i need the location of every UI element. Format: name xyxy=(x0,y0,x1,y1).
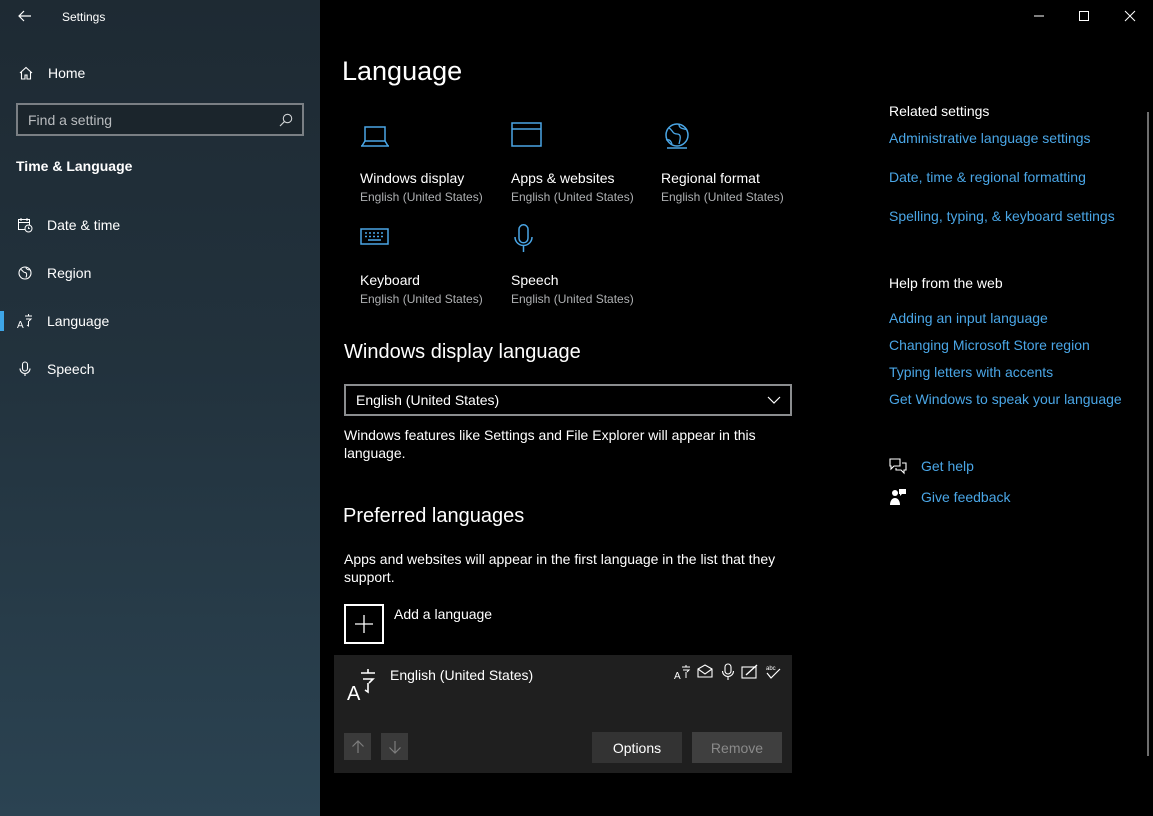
sidebar-item-date-time[interactable]: Date & time xyxy=(0,205,320,245)
move-down-button[interactable] xyxy=(381,733,408,760)
feedback-icon xyxy=(890,489,906,505)
arrow-down-icon xyxy=(388,740,401,754)
preferred-languages-description: Apps and websites will appear in the fir… xyxy=(344,551,776,585)
page-title: Language xyxy=(342,56,463,86)
tile-regional-format[interactable]: Regional format English (United States) xyxy=(661,122,811,218)
tile-speech[interactable]: Speech English (United States) xyxy=(511,224,661,320)
microphone-icon xyxy=(514,224,533,252)
plus-box xyxy=(344,604,384,644)
tile-subtitle: English (United States) xyxy=(511,190,634,204)
related-settings-heading: Related settings xyxy=(889,103,990,119)
link-changing-store-region[interactable]: Changing Microsoft Store region xyxy=(889,337,1090,353)
options-button[interactable]: Options xyxy=(592,732,682,763)
tile-title: Keyboard xyxy=(360,272,420,288)
sidebar-item-label: Home xyxy=(48,65,86,81)
close-button[interactable] xyxy=(1107,0,1153,32)
display-language-dropdown[interactable]: English (United States) xyxy=(344,384,792,416)
tile-subtitle: English (United States) xyxy=(360,292,483,306)
link-adding-input-language[interactable]: Adding an input language xyxy=(889,310,1048,326)
sidebar-item-label: Language xyxy=(47,313,110,329)
tile-subtitle: English (United States) xyxy=(511,292,634,306)
speech-recognition-icon xyxy=(721,663,735,680)
app-title: Settings xyxy=(62,10,106,24)
scrollbar[interactable] xyxy=(1147,112,1149,756)
maximize-button[interactable] xyxy=(1061,0,1107,32)
microphone-icon xyxy=(19,361,31,376)
search-icon[interactable] xyxy=(278,112,294,128)
link-speak-your-language[interactable]: Get Windows to speak your language xyxy=(889,391,1122,407)
tile-subtitle: English (United States) xyxy=(360,190,483,204)
svg-text:A: A xyxy=(347,683,361,701)
link-spelling-typing-keyboard-settings[interactable]: Spelling, typing, & keyboard settings xyxy=(889,208,1115,224)
chevron-down-icon xyxy=(767,396,781,404)
sidebar-item-language[interactable]: A Language xyxy=(0,301,320,341)
arrow-up-icon xyxy=(351,739,364,753)
add-language-label: Add a language xyxy=(394,606,493,622)
tile-title: Apps & websites xyxy=(511,170,615,186)
help-from-web-heading: Help from the web xyxy=(889,275,1003,291)
svg-text:A: A xyxy=(17,320,24,329)
get-help-label: Get help xyxy=(921,458,974,474)
section-title: Time & Language xyxy=(16,158,133,174)
give-feedback-label: Give feedback xyxy=(921,489,1011,505)
language-icon: A xyxy=(347,669,375,701)
sidebar: Settings Home Time & Language Date & tim… xyxy=(0,0,320,816)
tile-keyboard[interactable]: Keyboard English (United States) xyxy=(360,224,510,320)
tile-apps-websites[interactable]: Apps & websites English (United States) xyxy=(511,122,661,218)
give-feedback-link[interactable]: Give feedback xyxy=(889,487,1011,507)
globe-icon xyxy=(665,123,689,149)
back-arrow-icon xyxy=(18,10,31,22)
svg-text:A: A xyxy=(674,671,681,681)
keyboard-icon xyxy=(360,228,389,245)
calendar-clock-icon xyxy=(18,218,33,233)
tile-windows-display[interactable]: Windows display English (United States) xyxy=(360,122,510,218)
tile-title: Regional format xyxy=(661,170,760,186)
link-administrative-language-settings[interactable]: Administrative language settings xyxy=(889,130,1091,146)
globe-icon xyxy=(18,266,32,280)
preferred-languages-heading: Preferred languages xyxy=(343,505,525,527)
sidebar-item-label: Region xyxy=(47,265,92,281)
home-icon xyxy=(19,66,33,80)
plus-icon xyxy=(355,615,373,633)
minimize-button[interactable] xyxy=(1016,0,1062,32)
tile-subtitle: English (United States) xyxy=(661,190,784,204)
language-name: English (United States) xyxy=(390,667,534,683)
svg-text:abc: abc xyxy=(766,666,776,672)
back-button[interactable] xyxy=(12,4,38,28)
laptop-icon xyxy=(361,126,389,147)
text-to-speech-icon xyxy=(697,664,713,678)
move-up-button[interactable] xyxy=(344,733,371,760)
language-list-item[interactable]: A English (United States) A abc Options … xyxy=(334,655,792,773)
search-input[interactable] xyxy=(18,111,278,128)
sidebar-item-home[interactable]: Home xyxy=(0,56,320,90)
add-language-button[interactable]: Add a language xyxy=(344,604,544,644)
link-typing-letters-accents[interactable]: Typing letters with accents xyxy=(889,364,1053,380)
sidebar-item-speech[interactable]: Speech xyxy=(0,349,320,389)
display-language-icon: A xyxy=(674,665,691,681)
sidebar-item-region[interactable]: Region xyxy=(0,253,320,293)
remove-button[interactable]: Remove xyxy=(692,732,782,763)
link-date-time-regional-formatting[interactable]: Date, time & regional formatting xyxy=(889,169,1086,185)
sidebar-item-label: Speech xyxy=(47,361,95,377)
minimize-icon xyxy=(1034,15,1044,17)
maximize-icon xyxy=(1079,11,1089,21)
dropdown-value: English (United States) xyxy=(356,392,500,408)
close-icon xyxy=(1124,10,1136,22)
handwriting-icon xyxy=(741,664,758,679)
tile-title: Speech xyxy=(511,272,559,288)
display-language-heading: Windows display language xyxy=(344,341,581,363)
tile-title: Windows display xyxy=(360,170,465,186)
sidebar-item-label: Date & time xyxy=(47,217,121,233)
get-help-link[interactable]: Get help xyxy=(889,456,974,476)
basic-typing-icon: abc xyxy=(766,666,781,679)
search-box[interactable] xyxy=(16,103,304,136)
chat-help-icon xyxy=(889,458,907,475)
browser-window-icon xyxy=(511,122,542,147)
language-icon: A xyxy=(17,314,33,329)
display-language-description: Windows features like Settings and File … xyxy=(344,427,756,461)
